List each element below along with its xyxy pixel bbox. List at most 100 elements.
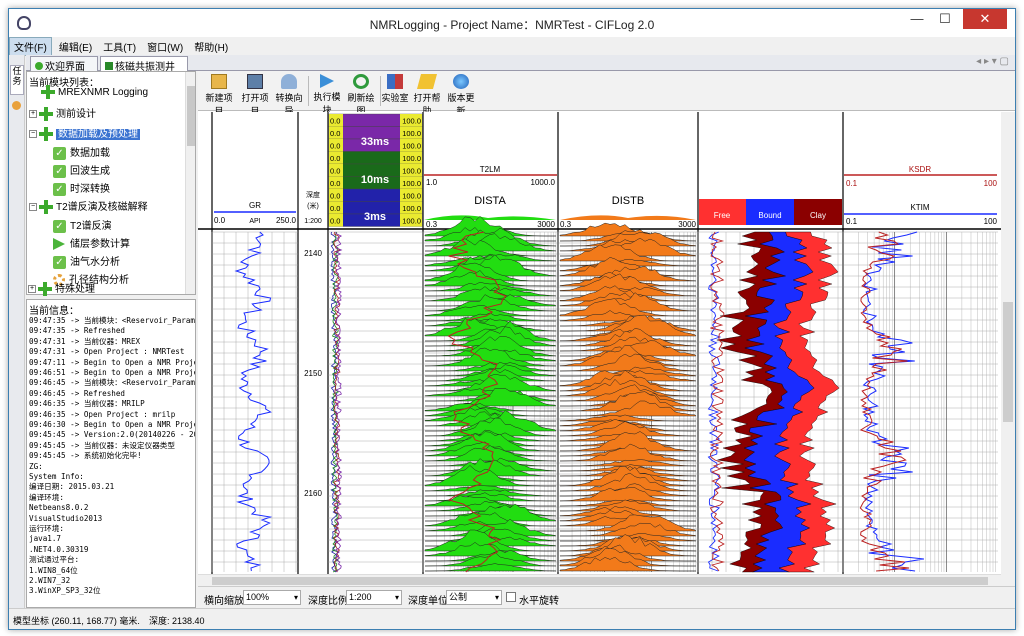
log-line: .NET4.0.30319 [29, 544, 89, 554]
log-line: 09:46:45 -> 当前模块：<Reservoir_Param [29, 378, 195, 388]
dista-min-label: 0.3 [426, 220, 438, 229]
menu-window[interactable]: 窗口(W) [143, 38, 187, 55]
log-line: 09:47:11 -> Begin to Open a NMR Proje [29, 357, 196, 367]
tree-item-root[interactable]: MREXNMR Logging [41, 84, 148, 102]
open-project-button[interactable]: 打开项目 [238, 74, 272, 116]
tree-item-data-load[interactable]: ✓ 数据加载 [53, 145, 110, 163]
tree-item-echo-gen[interactable]: ✓ 回波生成 [53, 163, 110, 181]
minimize-button[interactable]: — [903, 9, 931, 29]
t2lm-track-name: T2LM [480, 165, 501, 174]
plot-vertical-scrollbar[interactable] [1001, 112, 1015, 596]
tree-item-special[interactable]: + 特殊处理 [28, 281, 95, 299]
convert-wizard-button[interactable]: 转换向导 [272, 74, 306, 116]
log-line: System Info: [29, 472, 84, 481]
refresh-plot-button[interactable]: 刷新绘图 [344, 74, 378, 116]
help-button[interactable]: 打开帮助 [410, 74, 444, 116]
status-depth: 深度: 2138.40 [149, 616, 205, 626]
convert-wizard-icon [281, 74, 297, 89]
tree-item-pre-design[interactable]: + 测前设计 [29, 106, 96, 124]
plot-horizontal-scrollbar[interactable] [198, 574, 1001, 586]
depth-unit-label: 深度单位: [408, 596, 451, 607]
distb-min-label: 0.3 [560, 220, 572, 229]
module-tree: 当前模块列表： MREXNMR Logging + 测前设计 − 数据加载及预处理 … [26, 71, 196, 295]
close-button[interactable]: ✕ [963, 9, 1007, 29]
scroll-thumb[interactable] [187, 86, 195, 146]
tree-item-data-loading[interactable]: − 数据加载及预处理 [29, 126, 140, 144]
log-line: 09:45:45 -> 当前仪器：未设定仪器类型 [29, 440, 175, 450]
log-plot-canvas[interactable]: GR 0.0 API 250.0 深度 (米) 1:200 0.0 100.0 0.0 100.0 0… [198, 112, 1001, 596]
scroll-thumb[interactable] [212, 577, 988, 585]
dista-max-label: 3000 [537, 220, 555, 229]
maximize-button[interactable]: ☐ [931, 9, 959, 29]
tree-item-time-depth[interactable]: ✓ 时深转换 [53, 181, 110, 199]
nmr-icon [105, 62, 113, 70]
depth-unit: (米) [307, 201, 319, 210]
collapse-icon[interactable]: − [29, 130, 37, 139]
depth-unit-select[interactable]: 公制 ▾ [446, 590, 502, 605]
check-icon: ✓ [53, 164, 66, 178]
plus-icon [39, 200, 53, 215]
log-line: 3.WinXP_SP3_32位 [29, 586, 101, 596]
log-plot[interactable]: GR 0.0 API 250.0 深度 (米) 1:200 0.0 100.0 0.0 100.0 0… [198, 112, 1001, 596]
tab-nmr-logging[interactable]: 核磁共振测井× [100, 56, 188, 84]
menu-tools[interactable]: 工具(T) [99, 38, 140, 55]
new-project-button[interactable]: 新建项目 [202, 74, 236, 116]
update-icon [453, 74, 469, 89]
update-button[interactable]: 版本更新 [444, 74, 478, 116]
expand-icon[interactable]: + [29, 110, 37, 119]
h-scale-select[interactable]: 100% ▾ [243, 590, 301, 605]
tree-item-t2-inversion-group[interactable]: − T2谱反演及核磁解释 [29, 199, 148, 217]
echo-min-label: 0.0 [330, 167, 340, 176]
run-module-icon [320, 74, 334, 88]
dista-track-name: DISTA [474, 195, 506, 207]
menu-bar: 文件(F) 编辑(E) 工具(T) 窗口(W) 帮助(H) [9, 37, 1015, 56]
menu-help[interactable]: 帮助(H) [190, 38, 232, 55]
echo-min-label: 0.0 [330, 179, 340, 188]
distb-track-name: DISTB [612, 195, 644, 207]
echo-min-label: 0.0 [330, 129, 340, 138]
menu-edit[interactable]: 编辑(E) [55, 38, 96, 55]
log-line: 1.WIN8_64位 [29, 565, 78, 575]
bound-key-label: Bound [758, 211, 781, 220]
log-line: 09:46:35 -> Open Project : mrilp [29, 409, 176, 419]
rotate-checkbox[interactable] [506, 592, 516, 602]
echo-max-label: 100.0 [402, 117, 421, 126]
lab-button[interactable]: 实验室 [381, 74, 409, 108]
status-coordinates: 模型坐标 (260.11, 168.77) 毫米. [13, 616, 140, 626]
echo-3ms-label: 3ms [364, 211, 386, 223]
distb-max-label: 3000 [678, 220, 696, 229]
tab-nav-buttons[interactable]: ◂ ▸ ▾ ▢ [976, 56, 1009, 67]
rotate-label: 水平旋转 [519, 596, 559, 607]
menu-file[interactable]: 文件(F) [9, 37, 52, 56]
log-line: ZG: [29, 461, 43, 471]
ksdr-track-name: KSDR [909, 165, 931, 174]
info-header: 当前信息： [29, 306, 79, 317]
toolbar: 新建项目 打开项目 转换向导 执行模块 刷新绘图 实验室 打开帮助 版本更新 [198, 71, 1015, 116]
chevron-down-icon: ▾ [494, 593, 499, 602]
log-line: 09:47:31 -> 当前仪器：MREX [29, 336, 141, 346]
echo-min-label: 0.0 [330, 154, 340, 163]
plus-icon [39, 107, 53, 122]
info-panel: 当前信息： 09:47:35 -> 当前模块：<Reservoir_Param 0… [26, 299, 196, 608]
tree-scrollbar[interactable] [185, 72, 195, 294]
refresh-plot-icon [353, 74, 369, 89]
scroll-thumb[interactable] [1003, 302, 1013, 422]
main-area: 新建项目 打开项目 转换向导 执行模块 刷新绘图 实验室 打开帮助 版本更新 G… [198, 71, 1015, 608]
plus-icon [41, 85, 55, 100]
ksdr-max-label: 100 [984, 179, 998, 188]
echo-max-label: 100.0 [402, 217, 421, 226]
tab-welcome[interactable]: 欢迎界面× [30, 56, 98, 84]
tree-item-reservoir-params[interactable]: 储层参数计算 [53, 236, 130, 254]
echo-max-label: 100.0 [402, 192, 421, 201]
tree-item-oil-water[interactable]: ✓ 油气水分析 [53, 254, 120, 272]
open-project-icon [247, 74, 263, 89]
collapse-icon[interactable]: − [29, 203, 37, 212]
tree-item-t2-inversion[interactable]: ✓ T2谱反演 [53, 218, 112, 236]
depth-scale-select[interactable]: 1:200 ▾ [346, 590, 402, 605]
log-line: 运行环境: [29, 524, 64, 533]
new-project-icon [211, 74, 227, 89]
run-module-button[interactable]: 执行模块 [310, 74, 344, 115]
expand-icon[interactable]: + [28, 285, 36, 294]
task-side-tab[interactable]: 任务 [10, 65, 24, 95]
document-tabs: 欢迎界面× 核磁共振测井× ◂ ▸ ▾ ▢ [26, 55, 1015, 84]
